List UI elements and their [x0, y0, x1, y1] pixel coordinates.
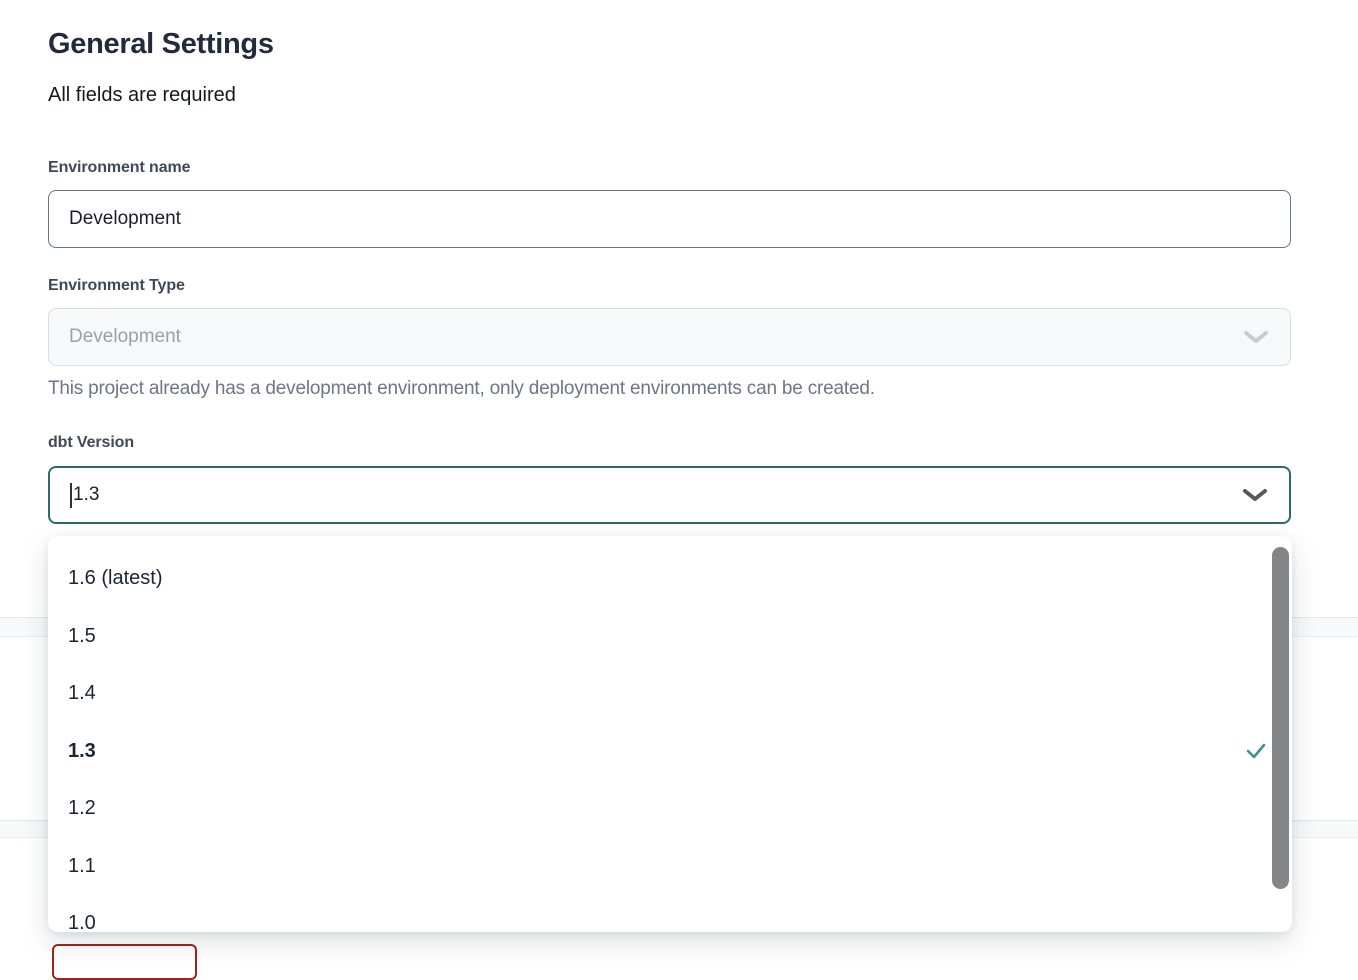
environment-name-input[interactable] — [48, 190, 1291, 248]
environment-type-label: Environment Type — [48, 277, 185, 295]
dbt-version-value: 1.3 — [73, 484, 99, 506]
check-icon — [1246, 742, 1266, 760]
environment-type-help-text: This project already has a development e… — [48, 378, 875, 400]
danger-button-top-edge[interactable] — [52, 944, 197, 980]
dropdown-option[interactable]: 1.0 — [48, 895, 1292, 932]
dropdown-option[interactable]: 1.1 — [48, 838, 1292, 896]
dropdown-option-selected[interactable]: 1.3 — [48, 723, 1292, 781]
chevron-down-icon[interactable] — [1241, 487, 1269, 503]
environment-name-label: Environment name — [48, 159, 190, 177]
environment-type-select: Development — [48, 308, 1291, 366]
page-subtitle: All fields are required — [48, 84, 236, 107]
dbt-version-dropdown-menu: 1.6 (latest) 1.5 1.4 1.3 1.2 1.1 1.0 — [48, 536, 1292, 932]
dbt-version-combobox[interactable]: 1.3 — [48, 466, 1291, 524]
text-cursor — [70, 483, 72, 508]
dropdown-option[interactable]: 1.6 (latest) — [48, 550, 1292, 608]
environment-type-value: Development — [69, 326, 181, 348]
dbt-version-label: dbt Version — [48, 434, 134, 452]
dropdown-scrollbar[interactable] — [1272, 547, 1289, 889]
dropdown-option[interactable]: 1.5 — [48, 608, 1292, 666]
page-title: General Settings — [48, 28, 274, 61]
dropdown-option[interactable]: 1.2 — [48, 780, 1292, 838]
dropdown-option[interactable]: 1.4 — [48, 665, 1292, 723]
chevron-down-icon — [1242, 329, 1270, 345]
